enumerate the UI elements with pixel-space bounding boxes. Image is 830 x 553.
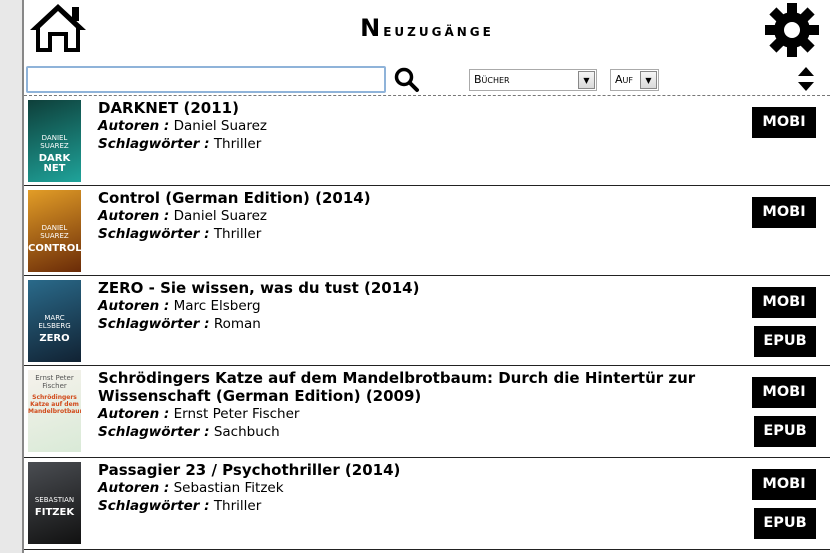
mobi-download-button[interactable]: MOBI <box>752 377 816 408</box>
book-cover[interactable]: DANIEL SUAREZ DARK NET <box>28 100 81 182</box>
authors-value[interactable]: Ernst Peter Fischer <box>174 406 300 422</box>
page-title-initial: N <box>360 14 384 42</box>
app-window: Neuzugänge Bücher ▼ Auf ▼ DANIEL SUAREZ … <box>22 0 830 553</box>
book-title[interactable]: Control (German Edition) (2014) <box>98 189 700 207</box>
epub-download-button[interactable]: EPUB <box>754 508 816 539</box>
mobi-download-button[interactable]: MOBI <box>752 469 816 500</box>
toolbar: Bücher ▼ Auf ▼ <box>24 62 830 96</box>
mobi-download-button[interactable]: MOBI <box>752 107 816 138</box>
book-cover[interactable]: MARC ELSBERG ZERO <box>28 280 81 362</box>
settings-button[interactable] <box>764 2 820 58</box>
tags-label: Schlagwörter : <box>98 226 210 242</box>
tags-value[interactable]: Thriller <box>214 226 261 242</box>
book-title[interactable]: ZERO - Sie wissen, was du tust (2014) <box>98 279 700 297</box>
book-row[interactable]: MARC ELSBERG ZERO ZERO - Sie wissen, was d… <box>24 276 830 366</box>
book-row[interactable]: Ernst Peter Fischer Schrödingers Katze au… <box>24 366 830 458</box>
cover-author-text: MARC ELSBERG <box>38 314 71 330</box>
mobi-download-button[interactable]: MOBI <box>752 287 816 318</box>
authors-value[interactable]: Sebastian Fitzek <box>174 480 284 496</box>
book-authors: Autoren : Sebastian Fitzek <box>98 479 700 497</box>
book-authors: Autoren : Daniel Suarez <box>98 207 700 225</box>
authors-label: Autoren : <box>98 298 170 314</box>
cover-author-text: Ernst Peter Fischer <box>35 374 74 390</box>
book-authors: Autoren : Ernst Peter Fischer <box>98 405 700 423</box>
mobi-download-button[interactable]: MOBI <box>752 197 816 228</box>
header: Neuzugänge <box>24 0 830 62</box>
book-authors: Autoren : Marc Elsberg <box>98 297 700 315</box>
book-tags: Schlagwörter : Thriller <box>98 225 700 243</box>
book-info: DARKNET (2011) Autoren : Daniel Suarez Sch… <box>98 99 700 153</box>
tags-value[interactable]: Sachbuch <box>214 424 280 440</box>
epub-download-button[interactable]: EPUB <box>754 326 816 357</box>
search-input[interactable] <box>26 66 386 93</box>
order-select-value: Auf <box>615 73 633 86</box>
authors-value[interactable]: Daniel Suarez <box>174 118 267 134</box>
sort-updown-icon <box>798 67 814 91</box>
cover-title-text: ZERO <box>39 333 70 344</box>
cover-title-text: CONTROL <box>28 243 81 254</box>
authors-label: Autoren : <box>98 406 170 422</box>
search-icon <box>394 67 419 92</box>
book-row[interactable]: SEBASTIAN FITZEK Passagier 23 / Psychothri… <box>24 458 830 550</box>
book-cover[interactable]: SEBASTIAN FITZEK <box>28 462 81 544</box>
type-select[interactable]: Bücher ▼ <box>469 69 597 91</box>
book-row[interactable]: DANIEL SUAREZ CONTROL Control (German Edit… <box>24 186 830 276</box>
tags-label: Schlagwörter : <box>98 498 210 514</box>
book-info: ZERO - Sie wissen, was du tust (2014) Aut… <box>98 279 700 333</box>
page-title: Neuzugänge <box>24 14 830 42</box>
tags-value[interactable]: Thriller <box>214 498 261 514</box>
book-title[interactable]: Schrödingers Katze auf dem Mandelbrotbau… <box>98 369 700 405</box>
book-info: Control (German Edition) (2014) Autoren :… <box>98 189 700 243</box>
book-tags: Schlagwörter : Thriller <box>98 135 700 153</box>
authors-label: Autoren : <box>98 480 170 496</box>
book-info: Schrödingers Katze auf dem Mandelbrotbau… <box>98 369 700 441</box>
book-title[interactable]: Passagier 23 / Psychothriller (2014) <box>98 461 700 479</box>
page-title-rest: euzugänge <box>383 21 494 41</box>
book-authors: Autoren : Daniel Suarez <box>98 117 700 135</box>
tags-value[interactable]: Thriller <box>214 136 261 152</box>
book-tags: Schlagwörter : Sachbuch <box>98 423 700 441</box>
cover-author-text: SEBASTIAN <box>34 496 75 504</box>
book-row[interactable]: DANIEL SUAREZ DARK NET DARKNET (2011) Autor… <box>24 96 830 186</box>
book-cover[interactable]: Ernst Peter Fischer Schrödingers Katze au… <box>28 370 81 452</box>
book-tags: Schlagwörter : Thriller <box>98 497 700 515</box>
authors-label: Autoren : <box>98 118 170 134</box>
tags-label: Schlagwörter : <box>98 316 210 332</box>
authors-label: Autoren : <box>98 208 170 224</box>
type-select-value: Bücher <box>474 73 510 86</box>
tags-value[interactable]: Roman <box>214 316 261 332</box>
book-info: Passagier 23 / Psychothriller (2014) Auto… <box>98 461 700 515</box>
order-select[interactable]: Auf ▼ <box>610 69 659 91</box>
epub-download-button[interactable]: EPUB <box>754 416 816 447</box>
chevron-down-icon: ▼ <box>640 71 657 89</box>
book-title[interactable]: DARKNET (2011) <box>98 99 700 117</box>
sort-toggle-button[interactable] <box>796 66 816 92</box>
book-list: DANIEL SUAREZ DARK NET DARKNET (2011) Autor… <box>24 96 830 550</box>
chevron-down-icon: ▼ <box>578 71 595 89</box>
book-cover[interactable]: DANIEL SUAREZ CONTROL <box>28 190 81 272</box>
gear-icon <box>765 3 819 57</box>
tags-label: Schlagwörter : <box>98 424 210 440</box>
authors-value[interactable]: Daniel Suarez <box>174 208 267 224</box>
authors-value[interactable]: Marc Elsberg <box>174 298 261 314</box>
search-button[interactable] <box>394 67 420 93</box>
tags-label: Schlagwörter : <box>98 136 210 152</box>
cover-author-text: DANIEL SUAREZ <box>40 224 69 240</box>
book-tags: Schlagwörter : Roman <box>98 315 700 333</box>
cover-author-text: DANIEL SUAREZ <box>40 134 69 150</box>
cover-title-text: DARK NET <box>38 153 71 174</box>
cover-title-text: FITZEK <box>34 507 75 518</box>
cover-title-text: Schrödingers Katze auf dem Mandelbrotbau… <box>28 394 81 415</box>
